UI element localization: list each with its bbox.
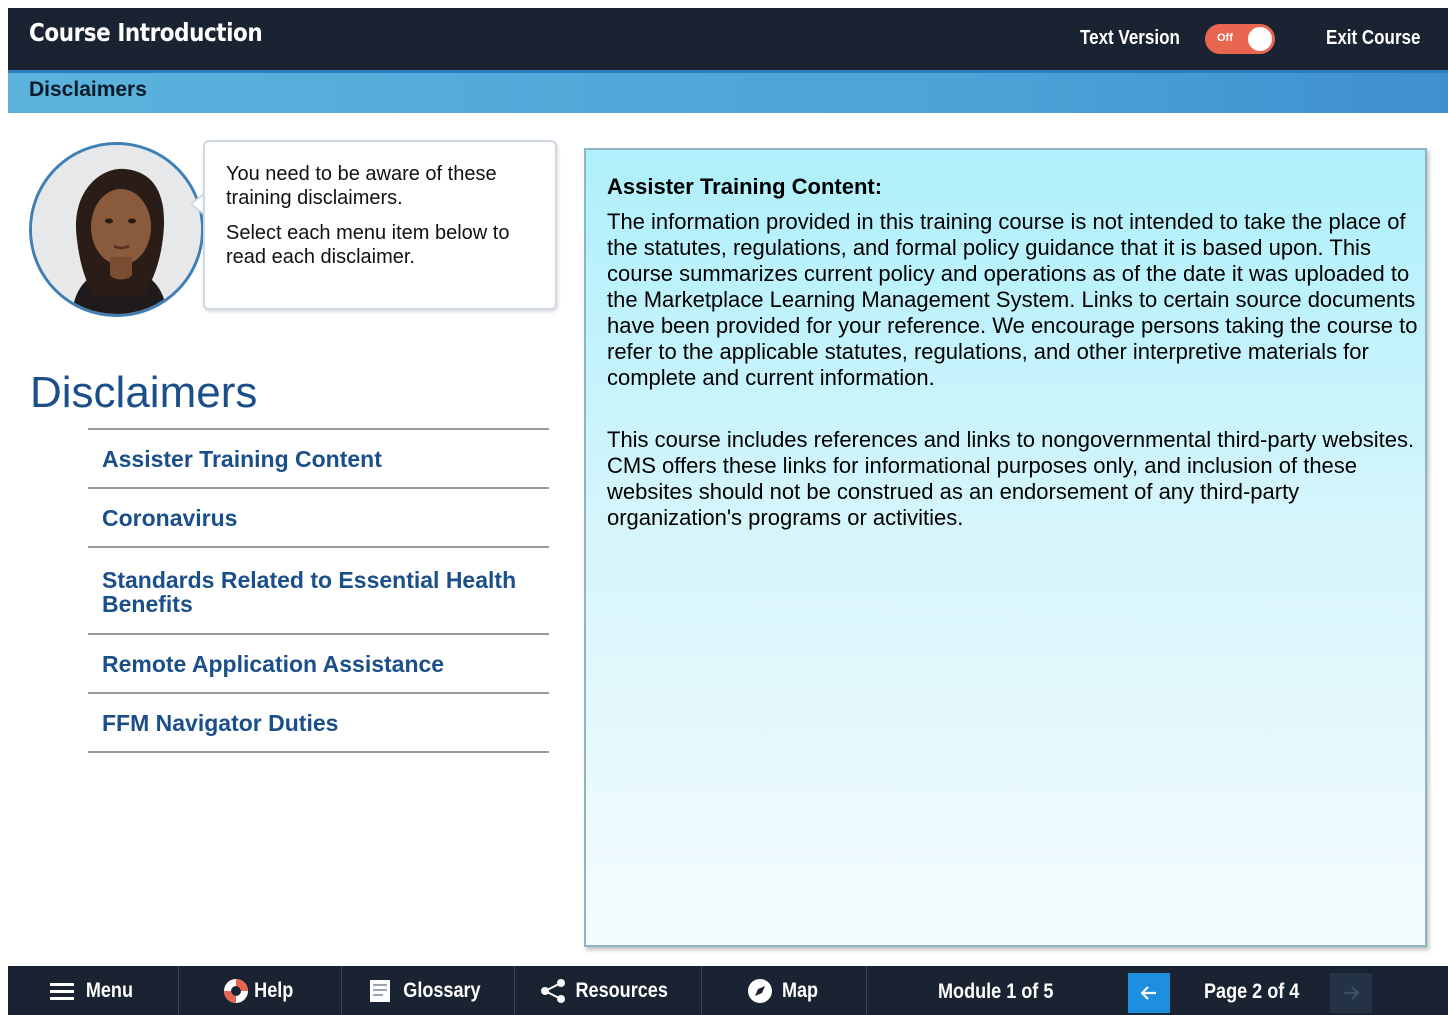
module-indicator: Module 1 of 5 [938,980,1054,1003]
previous-page-button[interactable] [1128,973,1170,1013]
text-version-toggle[interactable]: Off [1205,24,1275,54]
compass-icon [748,978,772,1003]
top-bar: Course Introduction Text Version Off Exi… [8,8,1448,70]
disclaimer-menu: Assister Training Content Coronavirus St… [88,428,549,753]
disclaimer-content-panel: Assister Training Content: The informati… [584,148,1427,947]
menu-label: Menu [85,978,133,1002]
toggle-state-label: Off [1217,32,1233,44]
bottom-nav-bar: Menu Help Glossary Resources Map Module … [8,966,1448,1015]
separator [866,966,867,1015]
menu-item-coronavirus[interactable]: Coronavirus [88,489,549,548]
menu-item-essential-health-benefits[interactable]: Standards Related to Essential Health Be… [88,548,549,635]
text-version-label: Text Version [1080,27,1180,49]
panel-paragraph-2: This course includes references and link… [607,427,1415,530]
exit-course-button[interactable]: Exit Course [1326,27,1420,50]
section-title: Disclaimers [29,78,147,101]
panel-paragraph-1: The information provided in this trainin… [607,209,1418,390]
glossary-button[interactable]: Glossary [342,966,514,1015]
lifebuoy-icon [224,978,249,1003]
resources-button[interactable]: Resources [515,966,701,1015]
narrator-avatar [29,142,204,317]
arrow-left-icon [1141,986,1156,1000]
page-indicator: Page 2 of 4 [1204,980,1300,1003]
help-label: Help [254,978,294,1002]
panel-title: Assister Training Content: [607,174,883,199]
menu-button[interactable]: Menu [8,966,178,1015]
map-label: Map [781,978,819,1002]
glossary-label: Glossary [403,978,481,1002]
arrow-right-icon [1344,986,1359,1000]
help-button[interactable]: Help [179,966,341,1015]
resources-label: Resources [575,978,669,1002]
narrator-speech-bubble: You need to be aware of these training d… [203,140,557,310]
hamburger-icon [49,982,74,1000]
menu-item-remote-application-assistance[interactable]: Remote Application Assistance [88,635,549,694]
book-icon [370,979,391,1002]
map-button[interactable]: Map [702,966,866,1015]
next-page-button[interactable] [1330,973,1372,1013]
share-icon [541,978,566,1003]
menu-item-ffm-navigator-duties[interactable]: FFM Navigator Duties [88,694,549,753]
narrator-line-2: Select each menu item below to read each… [226,222,510,268]
menu-item-assister-training-content[interactable]: Assister Training Content [88,430,549,489]
course-title: Course Introduction [29,18,263,47]
toggle-knob [1248,27,1272,51]
narrator-portrait-icon [32,145,201,314]
disclaimers-heading: Disclaimers [30,368,258,417]
section-bar: Disclaimers [8,70,1448,113]
narrator-line-1: You need to be aware of these training d… [226,163,497,209]
